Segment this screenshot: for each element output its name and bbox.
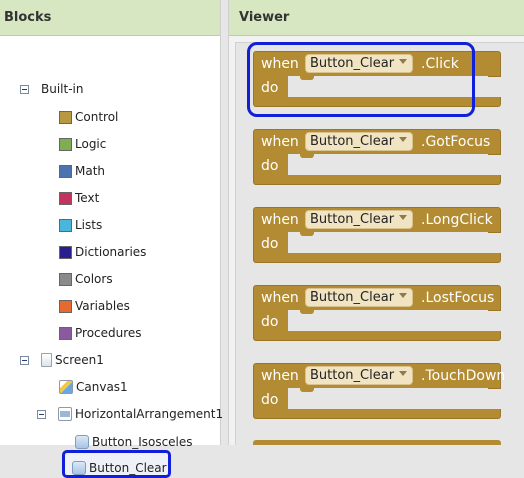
button-icon (72, 461, 86, 475)
do-slot[interactable] (288, 154, 488, 176)
component-dropdown[interactable]: Button_Clear (305, 210, 414, 229)
horizontal-arrangement-icon (58, 407, 72, 421)
button-icon (75, 435, 89, 449)
drawer-label: Colors (75, 272, 113, 286)
button-label: Button_Clear (89, 461, 167, 475)
tree-node-built-in[interactable]: Built-in (20, 79, 83, 99)
arrangement-label: HorizontalArrangement1 (75, 407, 224, 421)
text-swatch-icon (59, 191, 72, 205)
drawer-dictionaries[interactable]: Dictionaries (59, 242, 146, 262)
component-name: Button_Clear (310, 368, 395, 383)
drawer-label: Text (75, 191, 100, 205)
highlight-ring (247, 42, 475, 117)
tree-node-canvas1[interactable]: Canvas1 (59, 377, 128, 397)
collapse-toggle-icon[interactable] (20, 84, 29, 94)
variables-swatch-icon (59, 299, 72, 313)
screen-label: Screen1 (55, 353, 104, 367)
control-swatch-icon (59, 110, 72, 124)
when-label: when (261, 212, 299, 228)
drawer-variables[interactable]: Variables (59, 296, 130, 316)
blocks-panel: Blocks Built-in Control Logic Math Text … (0, 0, 223, 478)
math-swatch-icon (59, 164, 72, 178)
event-name: .TouchDown (421, 368, 506, 384)
logic-swatch-icon (59, 137, 72, 151)
do-label: do (261, 392, 279, 408)
chevron-down-icon (399, 293, 408, 298)
do-label: do (261, 236, 279, 252)
drawer-label: Logic (75, 137, 107, 151)
when-label: when (261, 368, 299, 384)
button-label: Button_Isosceles (92, 435, 193, 449)
colors-swatch-icon (59, 272, 72, 286)
component-dropdown[interactable]: Button_Clear (305, 132, 414, 151)
lists-swatch-icon (59, 218, 72, 232)
viewer-title: Viewer (229, 0, 524, 36)
drawer-logic[interactable]: Logic (59, 134, 106, 154)
drawer-lists[interactable]: Lists (59, 215, 102, 235)
screen-icon (41, 353, 52, 367)
component-dropdown[interactable]: Button_Clear (305, 288, 414, 307)
do-slot[interactable] (288, 388, 488, 410)
event-block-gotfocus[interactable]: when Button_Clear .GotFocus do (253, 129, 501, 186)
chevron-down-icon (399, 137, 408, 142)
event-block-longclick[interactable]: when Button_Clear .LongClick do (253, 207, 501, 264)
when-label: when (261, 290, 299, 306)
event-name: .GotFocus (421, 134, 491, 150)
drawer-control[interactable]: Control (59, 107, 118, 127)
event-block-lostfocus[interactable]: when Button_Clear .LostFocus do (253, 285, 501, 342)
canvas-icon (59, 380, 73, 394)
chevron-down-icon (399, 371, 408, 376)
component-dropdown[interactable]: Button_Clear (305, 366, 414, 385)
drawer-procedures[interactable]: Procedures (59, 323, 142, 343)
drawer-label: Control (75, 110, 119, 124)
event-block-touchdown[interactable]: when Button_Clear .TouchDown do (253, 363, 505, 420)
component-name: Button_Clear (310, 290, 395, 305)
component-name: Button_Clear (310, 212, 395, 227)
procedures-swatch-icon (59, 326, 72, 340)
chevron-down-icon (399, 215, 408, 220)
drawer-label: Variables (75, 299, 130, 313)
built-in-label: Built-in (41, 82, 84, 96)
tree-node-screen1[interactable]: Screen1 (20, 350, 104, 370)
drawer-label: Math (75, 164, 106, 178)
drawer-label: Dictionaries (75, 245, 147, 259)
drawer-math[interactable]: Math (59, 161, 105, 181)
do-label: do (261, 314, 279, 330)
drawer-colors[interactable]: Colors (59, 269, 113, 289)
collapse-toggle-icon[interactable] (20, 355, 29, 365)
do-label: do (261, 158, 279, 174)
drawer-label: Procedures (75, 326, 142, 340)
canvas-label: Canvas1 (76, 380, 128, 394)
collapse-toggle-icon[interactable] (37, 409, 46, 419)
dictionaries-swatch-icon (59, 245, 72, 259)
tree-node-button-isosceles[interactable]: Button_Isosceles (75, 432, 193, 452)
drawer-label: Lists (75, 218, 103, 232)
tree-node-button-clear[interactable]: Button_Clear (72, 458, 167, 478)
event-name: .LostFocus (421, 290, 495, 306)
event-name: .LongClick (421, 212, 493, 228)
drawer-text[interactable]: Text (59, 188, 99, 208)
when-label: when (261, 134, 299, 150)
do-slot[interactable] (288, 232, 488, 254)
blocks-panel-title: Blocks (0, 0, 220, 36)
do-slot[interactable] (288, 310, 488, 332)
event-block-partial[interactable] (253, 440, 501, 445)
tree-node-horizontal-arrangement[interactable]: HorizontalArrangement1 (37, 404, 223, 424)
component-name: Button_Clear (310, 134, 395, 149)
